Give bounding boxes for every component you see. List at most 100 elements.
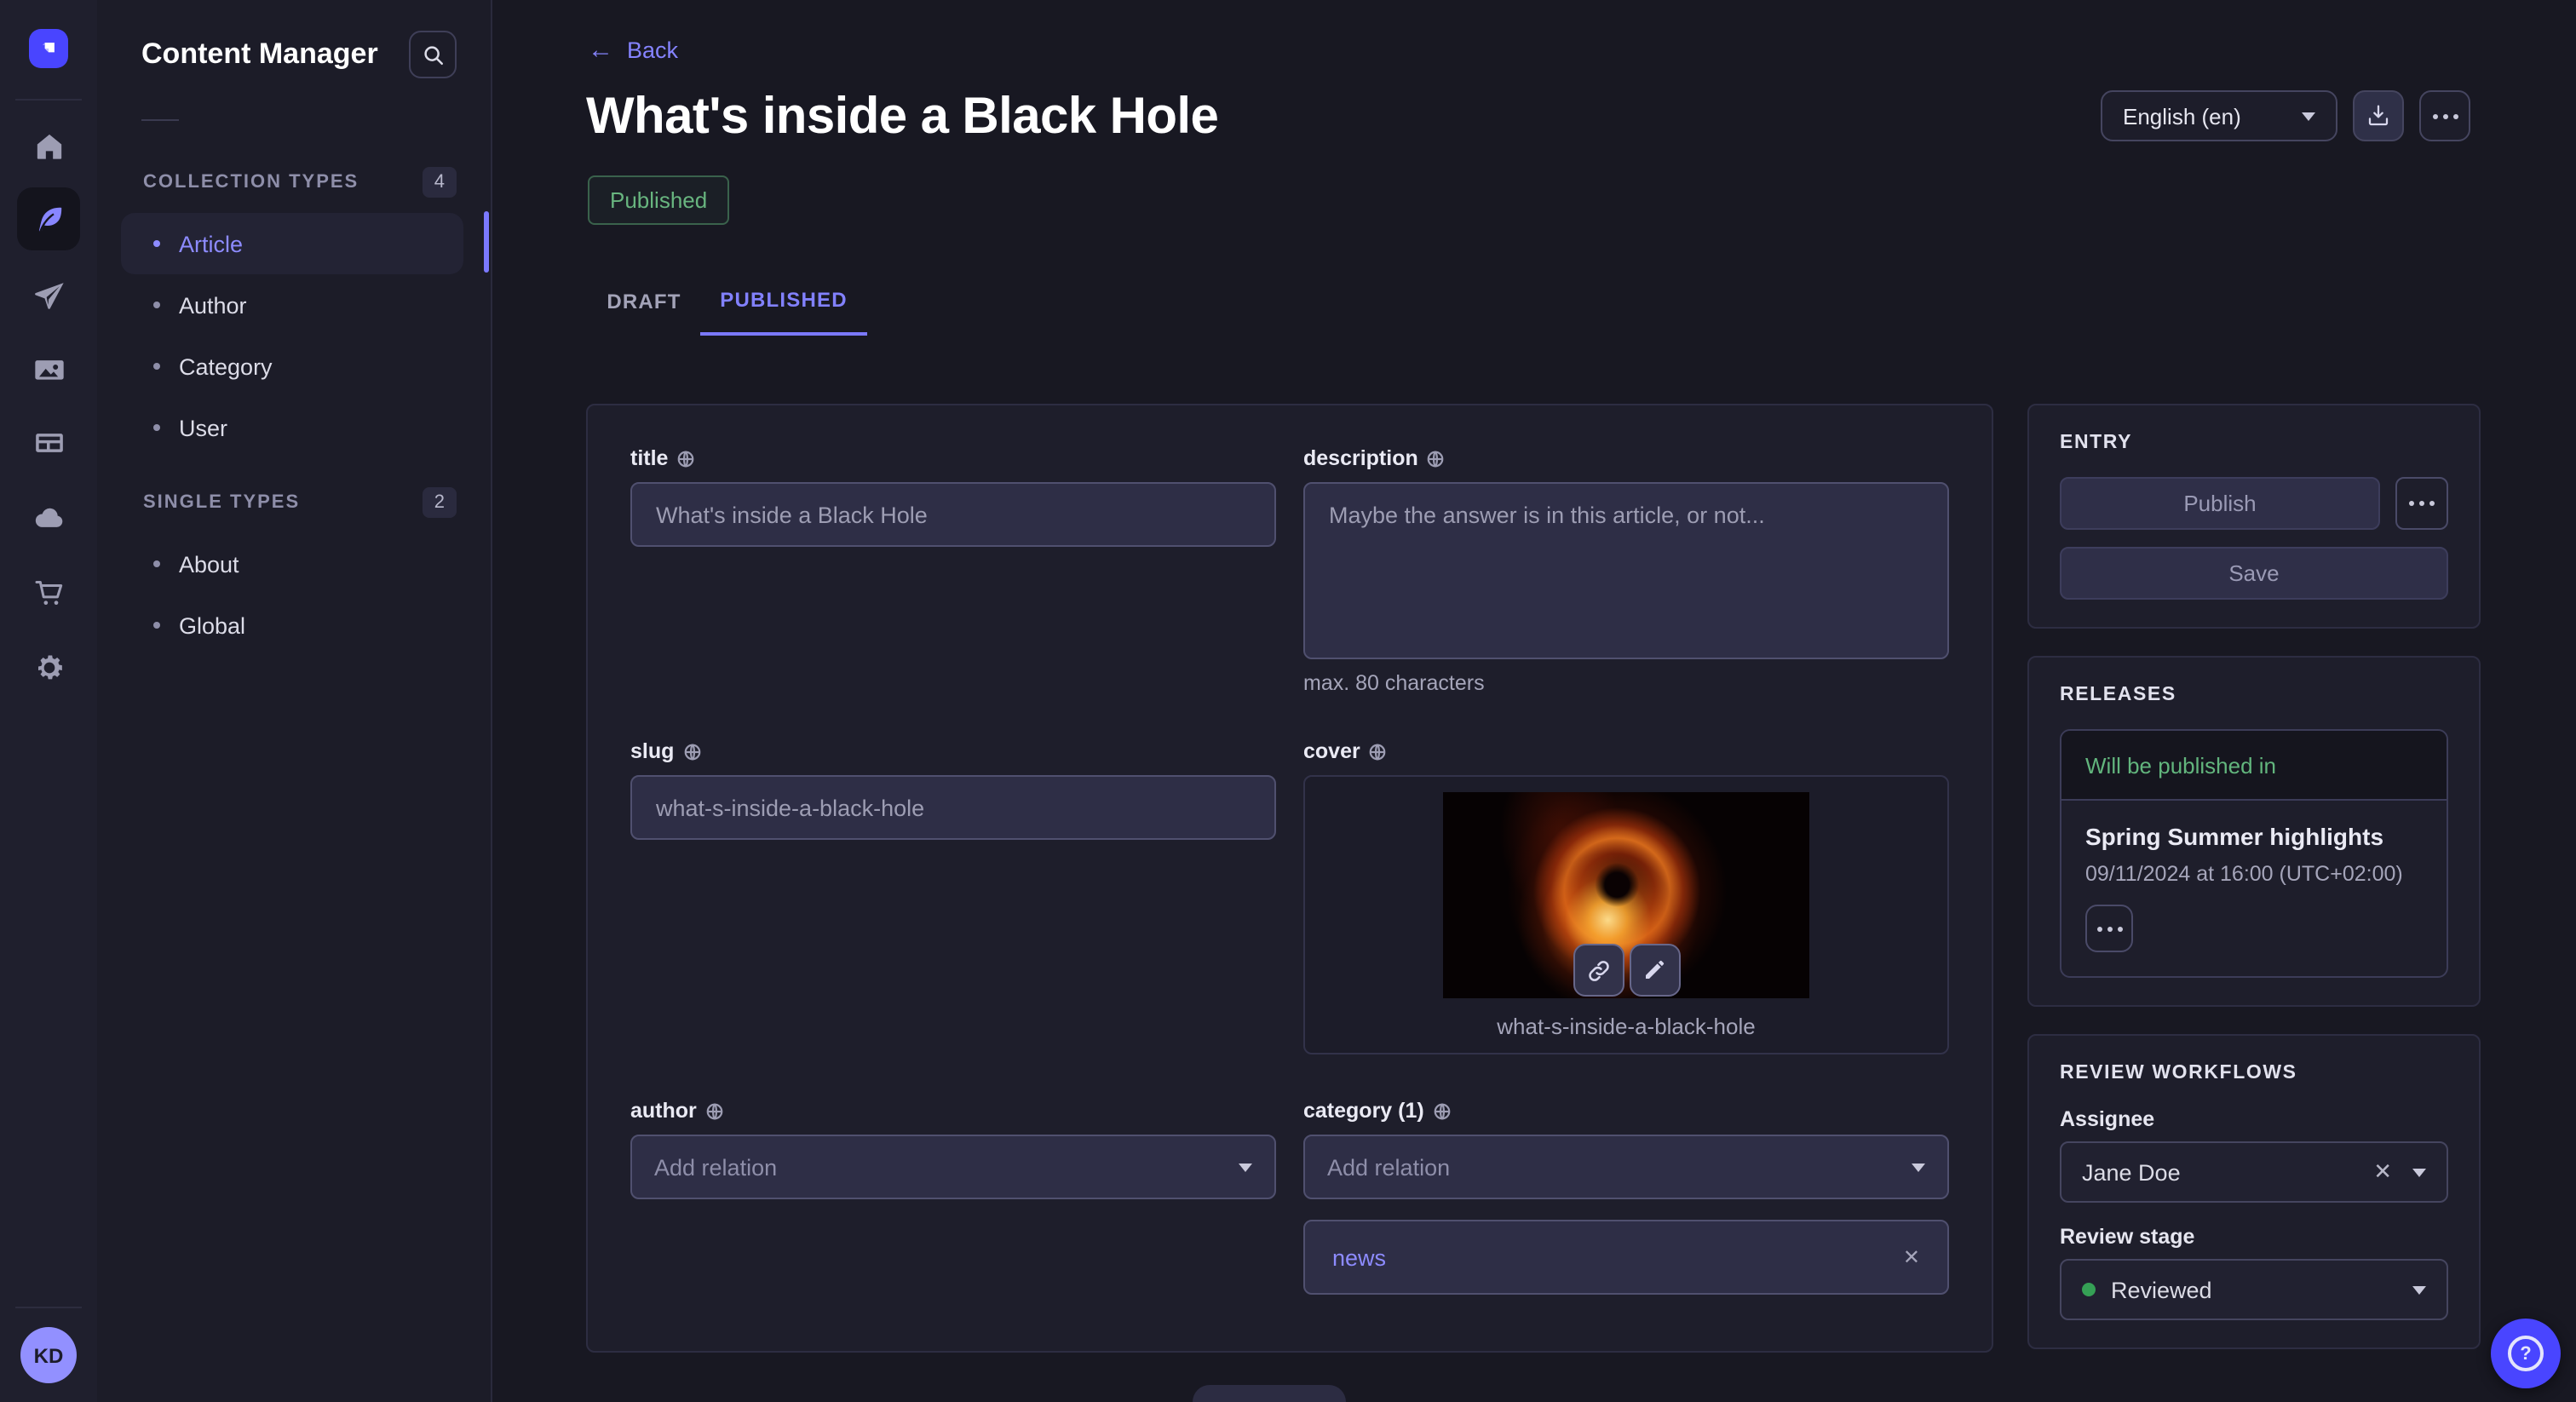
tab-draft[interactable]: DRAFT xyxy=(588,267,700,336)
sidebar-item-label: Category xyxy=(179,353,273,379)
title-input[interactable]: What's inside a Black Hole xyxy=(630,482,1276,547)
globe-icon xyxy=(1369,742,1388,761)
category-relation-select[interactable]: Add relation xyxy=(1303,1135,1949,1199)
gear-icon xyxy=(32,650,66,684)
author-field-label: author xyxy=(630,1099,697,1123)
clear-assignee-button[interactable]: ✕ xyxy=(2373,1158,2392,1186)
sidebar-item-global[interactable]: Global xyxy=(121,595,463,656)
link-icon xyxy=(1584,957,1612,984)
field-category: category (1) Add relation news ✕ xyxy=(1303,1099,1949,1295)
release-name: Spring Summer highlights xyxy=(2085,823,2423,850)
rail-item-marketplace[interactable] xyxy=(17,560,80,623)
field-description: description Maybe the answer is in this … xyxy=(1303,446,1949,695)
chevron-down-icon xyxy=(2302,112,2315,120)
globe-icon xyxy=(676,449,695,468)
field-cover: cover what-s-inside xyxy=(1303,739,1949,1054)
feather-icon xyxy=(32,202,66,236)
bullet-icon xyxy=(153,240,160,247)
back-link[interactable]: ← Back xyxy=(588,36,678,65)
author-relation-select[interactable]: Add relation xyxy=(630,1135,1276,1199)
sidebar-item-user[interactable]: User xyxy=(121,397,463,458)
strapi-logo[interactable] xyxy=(29,29,68,68)
description-hint: max. 80 characters xyxy=(1303,671,1949,695)
sidebar-item-about[interactable]: About xyxy=(121,533,463,595)
bullet-icon xyxy=(153,302,160,308)
section-collection-types: COLLECTION TYPES 4 xyxy=(143,165,457,199)
search-icon xyxy=(420,42,446,67)
cover-field-label: cover xyxy=(1303,739,1360,763)
media-icon xyxy=(32,352,66,386)
remove-relation-button[interactable]: ✕ xyxy=(1903,1245,1920,1269)
category-field-label: category (1) xyxy=(1303,1099,1424,1123)
release-more-button[interactable] xyxy=(2085,905,2133,952)
rail-divider-top xyxy=(15,99,82,101)
download-icon xyxy=(2365,102,2392,129)
review-stage-label: Review stage xyxy=(2060,1225,2448,1249)
review-stage-value: Reviewed xyxy=(2111,1277,2412,1302)
rail-item-content-manager[interactable] xyxy=(17,187,80,250)
save-button[interactable]: Save xyxy=(2060,547,2448,600)
bullet-icon xyxy=(153,560,160,567)
rail-item-cloud[interactable] xyxy=(17,486,80,549)
rail-item-home[interactable] xyxy=(17,114,80,177)
review-stage-combobox[interactable]: Reviewed xyxy=(2060,1259,2448,1320)
main-content: ← Back What's inside a Black Hole Publis… xyxy=(491,0,2576,1402)
sidebar-item-label: Global xyxy=(179,612,245,638)
rail-item-media-library[interactable] xyxy=(17,337,80,400)
tab-published[interactable]: PUBLISHED xyxy=(700,267,867,336)
more-options-button[interactable] xyxy=(2419,90,2470,141)
more-options-icon xyxy=(2442,113,2447,118)
rail-item-settings[interactable] xyxy=(17,635,80,698)
category-relation-item: news ✕ xyxy=(1303,1220,1949,1295)
assignee-label: Assignee xyxy=(2060,1107,2448,1131)
release-card-header: Will be published in xyxy=(2061,731,2447,801)
section-label: COLLECTION TYPES xyxy=(143,172,359,192)
slug-field-label: slug xyxy=(630,739,674,763)
sidebar-item-label: About xyxy=(179,551,239,577)
help-button[interactable]: ? xyxy=(2491,1319,2561,1388)
sidebar-item-label: User xyxy=(179,415,227,440)
description-textarea[interactable]: Maybe the answer is in this article, or … xyxy=(1303,482,1949,659)
rail-item-content-type-builder[interactable] xyxy=(17,411,80,474)
review-workflows-panel: REVIEW WORKFLOWS Assignee Jane Doe ✕ Rev… xyxy=(2027,1034,2481,1349)
more-options-icon xyxy=(2107,926,2112,931)
globe-icon xyxy=(1427,449,1446,468)
bottom-partial-button[interactable] xyxy=(1193,1385,1346,1402)
cover-image xyxy=(1443,792,1809,998)
sidebar-divider xyxy=(141,119,179,121)
release-date: 09/11/2024 at 16:00 (UTC+02:00) xyxy=(2085,862,2423,886)
rail-item-deploy[interactable] xyxy=(17,264,80,327)
layout-icon xyxy=(32,425,66,459)
sidebar-item-label: Article xyxy=(179,231,243,256)
entry-more-button[interactable] xyxy=(2395,477,2448,530)
download-button[interactable] xyxy=(2353,90,2404,141)
globe-icon xyxy=(682,742,701,761)
edit-image-button[interactable] xyxy=(1629,944,1680,997)
assignee-combobox[interactable]: Jane Doe ✕ xyxy=(2060,1141,2448,1203)
slug-input[interactable]: what-s-inside-a-black-hole xyxy=(630,775,1276,840)
locale-value: English (en) xyxy=(2123,103,2241,129)
publish-button[interactable]: Publish xyxy=(2060,477,2380,530)
section-count-badge: 2 xyxy=(423,487,457,518)
bullet-icon xyxy=(153,424,160,431)
assignee-value: Jane Doe xyxy=(2082,1159,2373,1185)
locale-select[interactable]: English (en) xyxy=(2101,90,2337,141)
cart-icon xyxy=(32,575,66,609)
search-button[interactable] xyxy=(409,31,457,78)
sidebar-item-article[interactable]: Article xyxy=(121,213,463,274)
relation-link-news[interactable]: news xyxy=(1332,1244,1386,1270)
sidebar-item-category[interactable]: Category xyxy=(121,336,463,397)
status-badge: Published xyxy=(588,175,729,225)
user-avatar[interactable]: KD xyxy=(20,1327,77,1383)
pencil-icon xyxy=(1642,957,1667,983)
section-label: SINGLE TYPES xyxy=(143,492,300,513)
globe-icon xyxy=(1433,1101,1452,1120)
sidebar-item-author[interactable]: Author xyxy=(121,274,463,336)
chevron-down-icon xyxy=(1912,1163,1925,1171)
entry-panel-title: ENTRY xyxy=(2060,433,2448,453)
section-single-types: SINGLE TYPES 2 xyxy=(143,486,457,520)
paper-plane-icon xyxy=(32,279,66,313)
copy-link-button[interactable] xyxy=(1573,944,1624,997)
chevron-down-icon xyxy=(1239,1163,1252,1171)
entry-panel: ENTRY Publish Save xyxy=(2027,404,2481,629)
